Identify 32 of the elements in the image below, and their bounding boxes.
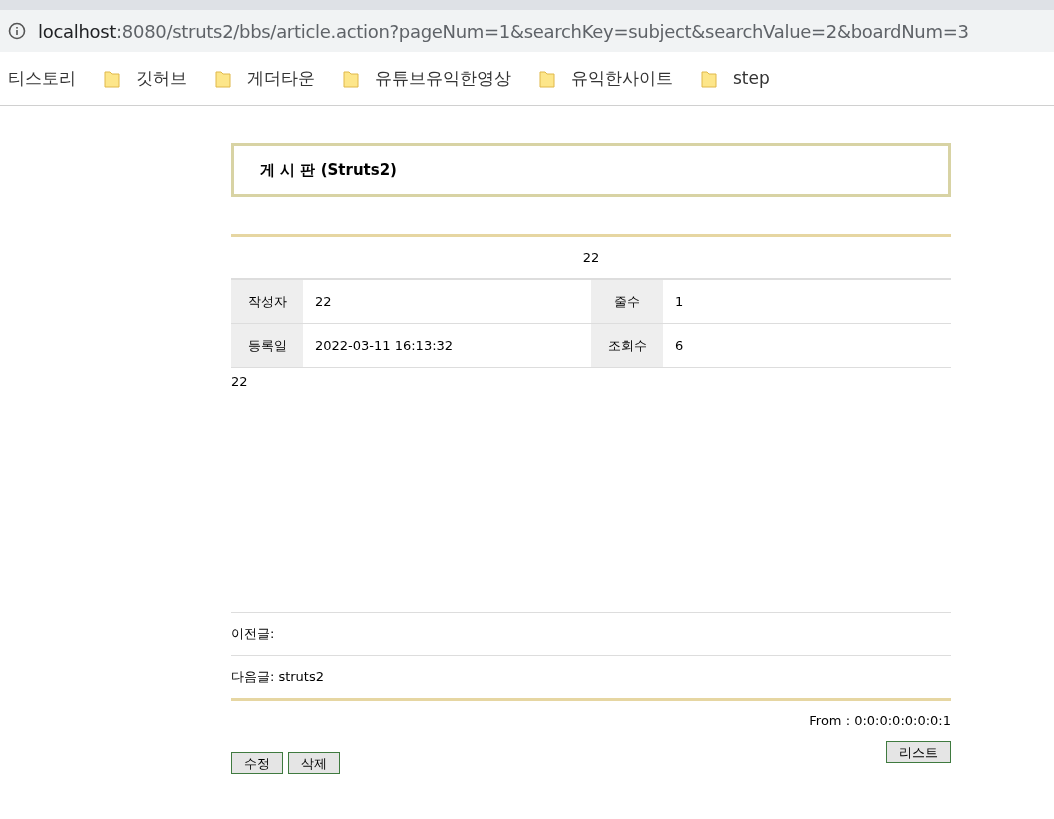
- info-label: 조회수: [591, 324, 663, 367]
- next-article-link[interactable]: struts2: [278, 667, 324, 687]
- bookmark-label[interactable]: 유튜브유익한영상: [375, 65, 511, 92]
- article-content: 22: [231, 374, 248, 389]
- bookmark-label[interactable]: 티스토리: [8, 65, 76, 92]
- folder-icon: [539, 69, 555, 88]
- folder-icon: [104, 69, 120, 88]
- next-article-label: 다음글:: [231, 668, 275, 687]
- board-title: 게 시 판 (Struts2): [260, 159, 397, 181]
- action-button[interactable]: 삭제: [288, 752, 340, 774]
- url-text: localhost:8080/struts2/bbs/article.action?pageNum=1&searchKey=subject&searchValue=2&boardNum=3: [38, 19, 969, 44]
- info-label: 등록일: [231, 324, 303, 367]
- bookmark-label[interactable]: 게더타운: [247, 65, 315, 92]
- action-button[interactable]: 수정: [231, 752, 283, 774]
- info-value: 2022-03-11 16:13:32: [314, 336, 455, 355]
- info-value: 6: [674, 336, 685, 355]
- folder-icon: [343, 69, 359, 88]
- info-value: 22: [314, 292, 333, 311]
- info-value: 1: [674, 292, 685, 311]
- info-icon[interactable]: [8, 22, 26, 40]
- folder-icon: [701, 69, 717, 88]
- bookmark-label[interactable]: step: [733, 65, 770, 92]
- from-ip: From : 0:0:0:0:0:0:0:1: [809, 712, 951, 731]
- folder-icon: [215, 69, 231, 88]
- info-label: 작성자: [231, 280, 303, 323]
- bookmark-label[interactable]: 유익한사이트: [571, 65, 673, 92]
- info-label: 줄수: [591, 280, 663, 323]
- prev-article: 이전글:: [231, 625, 275, 644]
- address-bar[interactable]: localhost:8080/struts2/bbs/article.action?pageNum=1&searchKey=subject&searchValue=2&boardNum=3: [0, 10, 1054, 52]
- article-subject: 22: [582, 248, 600, 267]
- bookmark-label[interactable]: 깃허브: [136, 65, 187, 92]
- list-button[interactable]: 리스트: [886, 741, 951, 763]
